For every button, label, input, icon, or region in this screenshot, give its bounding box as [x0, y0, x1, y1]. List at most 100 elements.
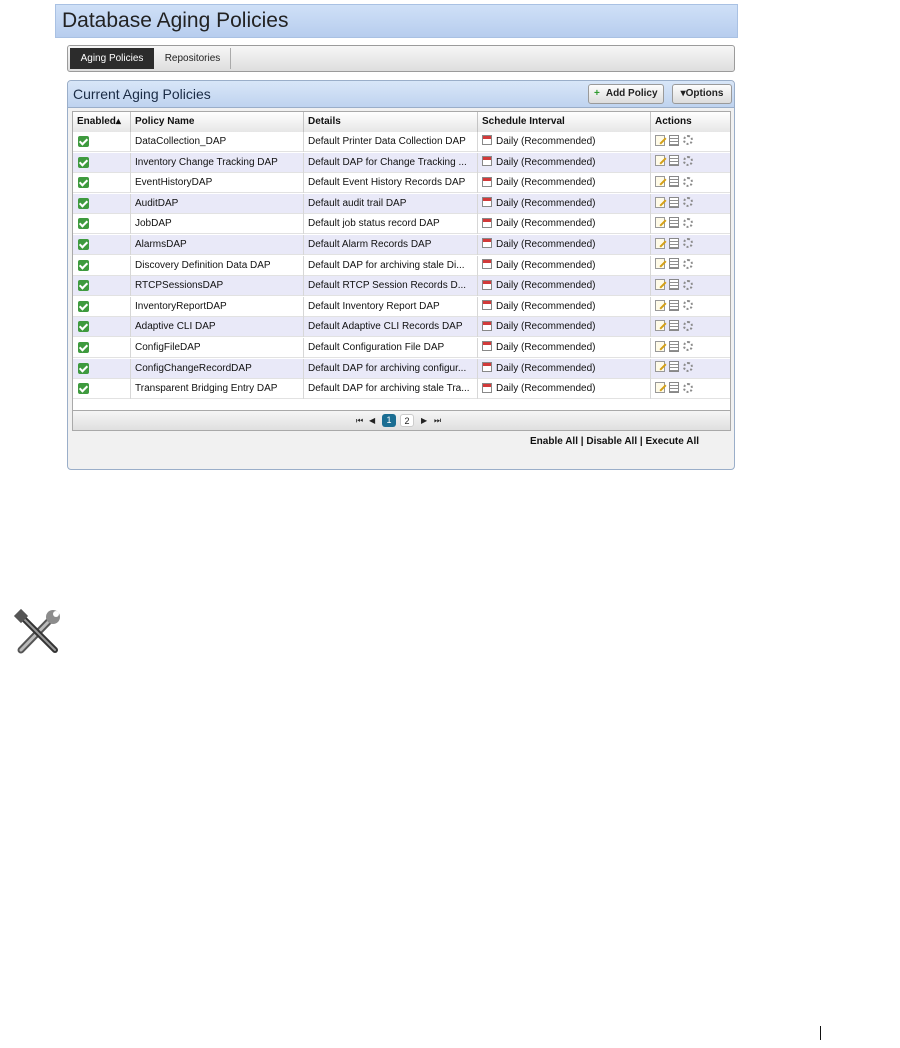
execute-gear-icon[interactable] — [683, 176, 693, 187]
enabled-checkbox[interactable] — [78, 280, 89, 292]
page-1-button[interactable]: 1 — [382, 414, 396, 427]
table-row[interactable]: ConfigChangeRecordDAP Default DAP for arc… — [73, 358, 730, 379]
details-icon[interactable] — [669, 134, 679, 146]
execute-gear-icon[interactable] — [683, 135, 693, 146]
execute-gear-icon[interactable] — [683, 238, 693, 249]
edit-icon[interactable] — [655, 279, 665, 291]
details-icon[interactable] — [669, 196, 679, 208]
schedule-cell: Daily (Recommended) — [478, 255, 651, 276]
column-header-actions: Actions — [655, 116, 692, 127]
execute-gear-icon[interactable] — [683, 258, 693, 269]
edit-icon[interactable] — [655, 382, 665, 394]
enabled-checkbox[interactable] — [78, 300, 89, 312]
first-page-button[interactable]: ⏮ — [356, 415, 363, 427]
enabled-checkbox[interactable] — [78, 362, 89, 374]
enabled-checkbox[interactable] — [78, 218, 89, 230]
policy-name-cell: Inventory Change Tracking DAP — [131, 152, 304, 173]
enabled-checkbox[interactable] — [78, 342, 89, 353]
execute-gear-icon[interactable] — [683, 361, 693, 372]
table-row[interactable]: DataCollection_DAP Default Printer Data C… — [73, 132, 730, 152]
execute-gear-icon[interactable] — [683, 217, 693, 228]
enabled-checkbox[interactable] — [78, 177, 89, 189]
enabled-cell — [73, 214, 131, 235]
column-header-policy-name[interactable]: Policy Name — [131, 112, 304, 132]
table-row[interactable]: Transparent Bridging Entry DAP Default DA… — [73, 379, 730, 400]
execute-gear-icon[interactable] — [683, 155, 693, 166]
column-header-details[interactable]: Details — [304, 112, 478, 132]
policy-name-cell: ConfigFileDAP — [131, 338, 304, 358]
edit-icon[interactable] — [655, 217, 665, 229]
enabled-checkbox[interactable] — [78, 197, 89, 209]
details-icon[interactable] — [669, 361, 679, 373]
table-row[interactable]: Inventory Change Tracking DAP Default DAP… — [73, 152, 730, 173]
column-header-schedule-interval[interactable]: Schedule Interval — [478, 112, 651, 132]
execute-gear-icon[interactable] — [683, 382, 693, 393]
details-icon[interactable] — [669, 279, 679, 291]
last-page-button[interactable]: ⏭ — [434, 415, 441, 427]
edit-icon[interactable] — [655, 361, 665, 373]
tab-repositories[interactable]: Repositories — [155, 48, 231, 69]
details-icon[interactable] — [669, 258, 679, 270]
table-row[interactable]: Discovery Definition Data DAP Default DAP… — [73, 255, 730, 276]
edit-icon[interactable] — [655, 237, 665, 249]
window-title-bar: Database Aging Policies — [55, 4, 738, 38]
disable-all-link[interactable]: Disable All — [586, 436, 637, 447]
enabled-checkbox[interactable] — [78, 156, 89, 168]
enabled-checkbox[interactable] — [78, 259, 89, 271]
details-cell: Default DAP for archiving stale Tra... — [304, 379, 478, 400]
details-icon[interactable] — [669, 340, 679, 352]
details-icon[interactable] — [669, 217, 679, 229]
next-page-button[interactable]: ▶ — [421, 415, 427, 427]
table-row[interactable]: Adaptive CLI DAP Default Adaptive CLI Rec… — [73, 317, 730, 338]
calendar-icon — [482, 320, 492, 331]
edit-icon[interactable] — [655, 340, 665, 352]
execute-gear-icon[interactable] — [683, 197, 693, 208]
table-row[interactable]: AuditDAP Default audit trail DAP Daily (Re… — [73, 193, 730, 214]
execute-gear-icon[interactable] — [683, 341, 693, 352]
table-row[interactable]: JobDAP Default job status record DAP Daily… — [73, 214, 730, 235]
details-icon[interactable] — [669, 155, 679, 167]
enabled-cell — [73, 193, 131, 214]
prev-page-button[interactable]: ◀ — [369, 415, 375, 427]
execute-gear-icon[interactable] — [683, 300, 693, 311]
edit-icon[interactable] — [655, 134, 665, 146]
details-icon[interactable] — [669, 237, 679, 249]
tab-aging-policies[interactable]: Aging Policies — [70, 48, 154, 69]
enabled-checkbox[interactable] — [78, 136, 89, 147]
details-icon[interactable] — [669, 299, 679, 311]
edit-icon[interactable] — [655, 155, 665, 167]
policy-name-cell: ConfigChangeRecordDAP — [131, 358, 304, 379]
enabled-checkbox[interactable] — [78, 239, 89, 250]
edit-icon[interactable] — [655, 299, 665, 311]
schedule-cell: Daily (Recommended) — [478, 152, 651, 173]
edit-icon[interactable] — [655, 258, 665, 270]
enabled-checkbox[interactable] — [78, 383, 89, 395]
screenshot-frame: Database Aging Policies Aging Policies R… — [55, 4, 738, 471]
schedule-label: Daily (Recommended) — [496, 383, 596, 395]
edit-icon[interactable] — [655, 320, 665, 332]
table-row[interactable]: AlarmsDAP Default Alarm Records DAP Daily … — [73, 235, 730, 255]
table-row[interactable]: EventHistoryDAP Default Event History Rec… — [73, 173, 730, 194]
enabled-cell — [73, 276, 131, 297]
details-icon[interactable] — [669, 176, 679, 188]
execute-gear-icon[interactable] — [683, 320, 693, 331]
enabled-checkbox[interactable] — [78, 321, 89, 333]
options-button[interactable]: ▾Options — [672, 84, 732, 104]
details-icon[interactable] — [669, 320, 679, 332]
tab-bar: Aging Policies Repositories — [67, 45, 735, 72]
edit-icon[interactable] — [655, 176, 665, 188]
actions-cell — [651, 297, 730, 317]
add-policy-button[interactable]: + Add Policy — [588, 84, 664, 104]
table-row[interactable]: RTCPSessionsDAP Default RTCP Session Reco… — [73, 276, 730, 297]
policy-name-cell: Adaptive CLI DAP — [131, 317, 304, 338]
details-icon[interactable] — [669, 382, 679, 394]
table-row[interactable]: InventoryReportDAP Default Inventory Repo… — [73, 296, 730, 317]
page-2-button[interactable]: 2 — [400, 414, 414, 427]
execute-all-link[interactable]: Execute All — [645, 436, 699, 447]
column-header-enabled[interactable]: Enabled▴ — [73, 112, 131, 132]
table-row[interactable]: ConfigFileDAP Default Configuration File … — [73, 338, 730, 358]
execute-gear-icon[interactable] — [683, 279, 693, 290]
edit-icon[interactable] — [655, 196, 665, 208]
enabled-cell — [73, 152, 131, 173]
enable-all-link[interactable]: Enable All — [530, 436, 578, 447]
